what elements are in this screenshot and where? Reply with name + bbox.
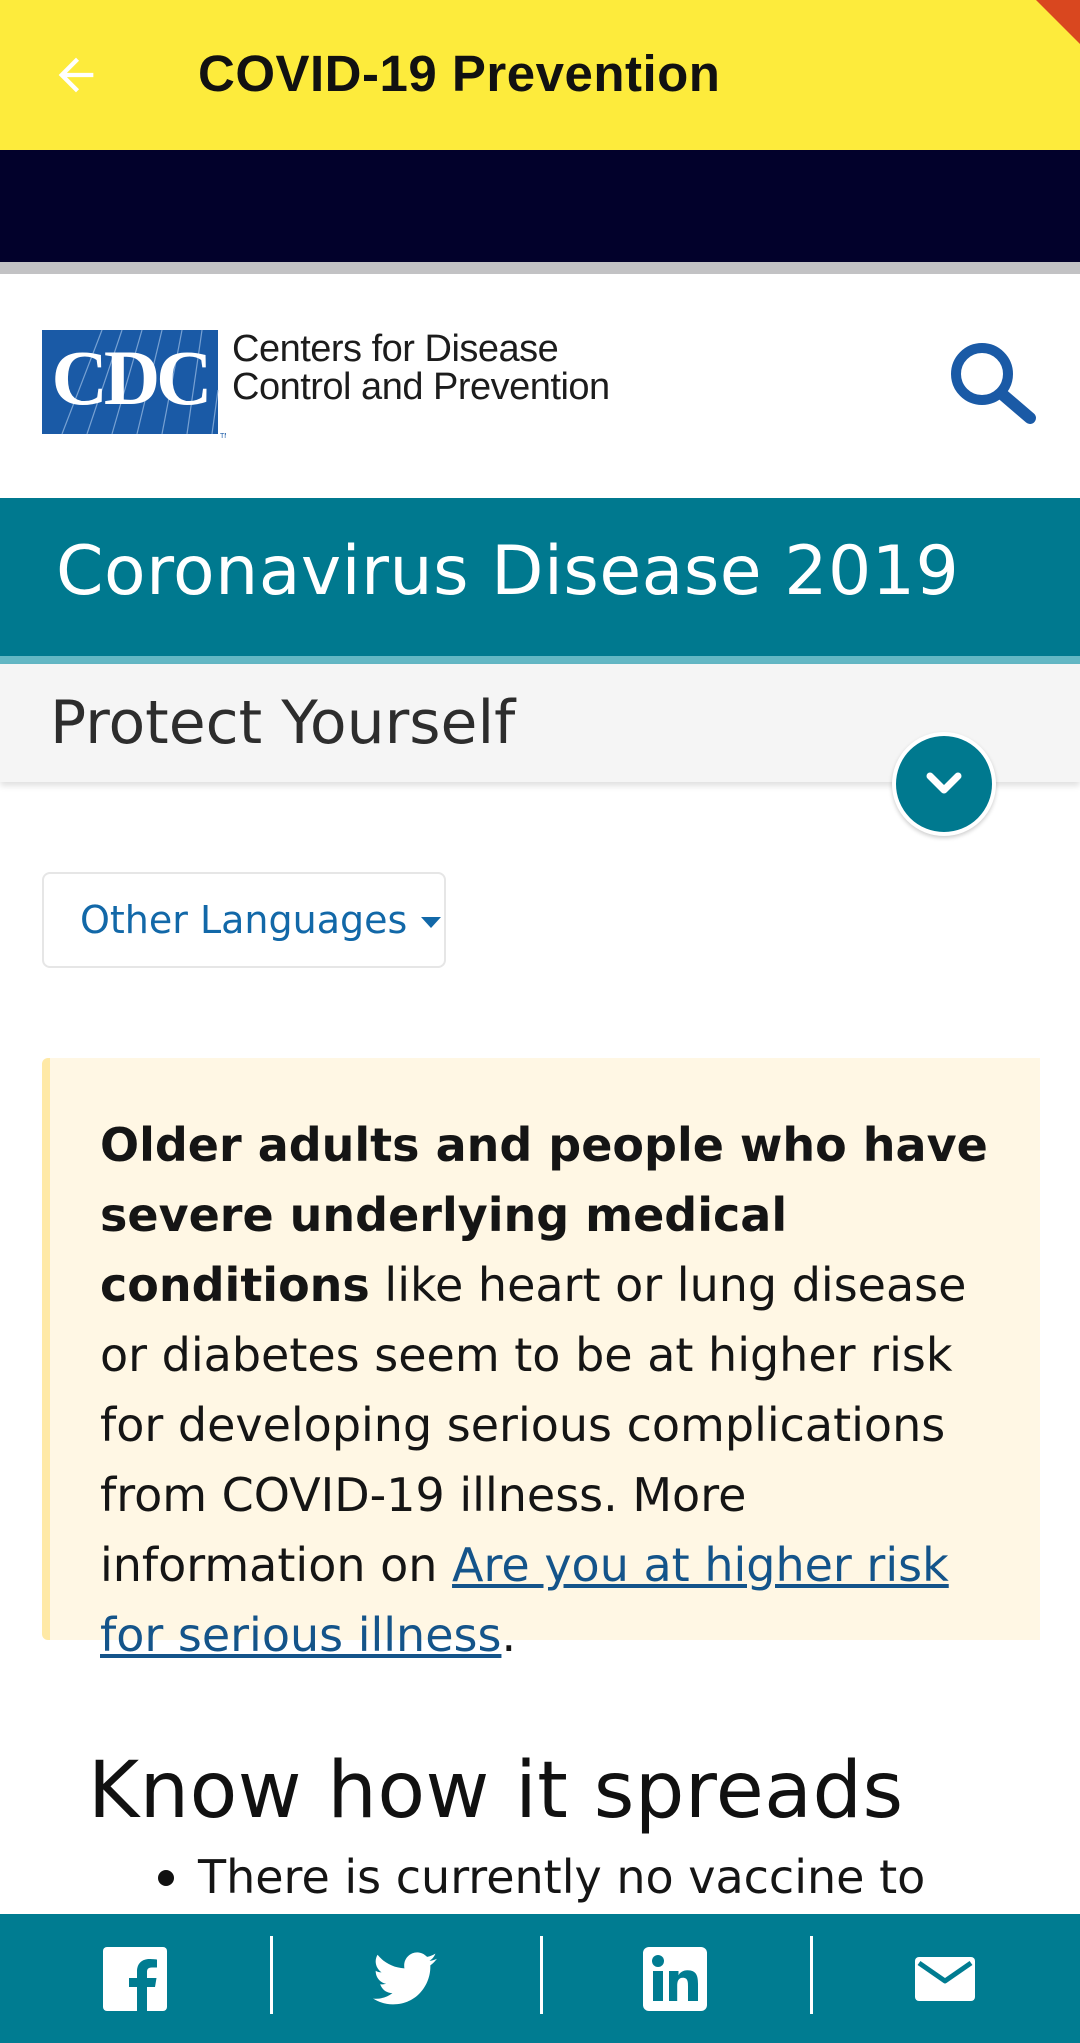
site-top-band	[0, 150, 1080, 262]
other-languages-label: Other Languages	[80, 898, 408, 942]
organization-name: Centers for Disease Control and Preventi…	[232, 330, 610, 406]
share-facebook-button[interactable]	[0, 1914, 270, 2043]
linkedin-icon	[643, 1946, 707, 2011]
chevron-down-icon	[926, 772, 962, 794]
organization-name-line1: Centers for Disease	[232, 328, 559, 370]
risk-callout: Older adults and people who have severe …	[42, 1058, 1040, 1662]
arrow-left-icon	[58, 57, 94, 93]
section-title: Protect Yourself	[50, 688, 516, 758]
topic-banner: Coronavirus Disease 2019	[0, 498, 1080, 656]
share-twitter-button[interactable]	[270, 1914, 540, 2043]
debug-corner-ribbon	[1036, 0, 1080, 44]
site-header: CDC TM Centers for Disease Control and P…	[0, 274, 1080, 498]
app-title: COVID-19 Prevention	[198, 45, 721, 102]
divider	[0, 262, 1080, 274]
topic-title: Coronavirus Disease 2019	[56, 532, 960, 611]
email-icon	[915, 1956, 975, 2001]
banner-accent-strip	[0, 656, 1080, 664]
svg-text:TM: TM	[220, 433, 226, 440]
app-bar: COVID-19 Prevention	[0, 0, 1080, 150]
share-email-button[interactable]	[810, 1914, 1080, 2043]
organization-name-line2: Control and Prevention	[232, 366, 610, 408]
callout-end-text: .	[501, 1608, 517, 1662]
share-bar	[0, 1914, 1080, 2043]
content-heading: Know how it spreads	[88, 1746, 904, 1836]
facebook-icon	[103, 1946, 167, 2011]
divider	[810, 1936, 813, 2014]
cdc-logo[interactable]: CDC TM	[42, 330, 226, 440]
twitter-icon	[373, 1951, 437, 2004]
callout-paragraph: Older adults and people who have severe …	[100, 1110, 1000, 1670]
bullet-marker	[158, 1870, 174, 1886]
back-button[interactable]	[36, 38, 116, 112]
section-toggle-button[interactable]	[892, 732, 996, 836]
cdc-logo-text: CDC	[52, 334, 209, 421]
search-button[interactable]	[942, 334, 1042, 434]
divider	[270, 1936, 273, 2014]
search-icon	[951, 343, 1036, 424]
other-languages-dropdown[interactable]: Other Languages	[42, 872, 446, 968]
divider	[540, 1936, 543, 2014]
caret-down-icon	[421, 916, 442, 928]
share-linkedin-button[interactable]	[540, 1914, 810, 2043]
list-item: There is currently no vaccine to	[198, 1850, 926, 1904]
